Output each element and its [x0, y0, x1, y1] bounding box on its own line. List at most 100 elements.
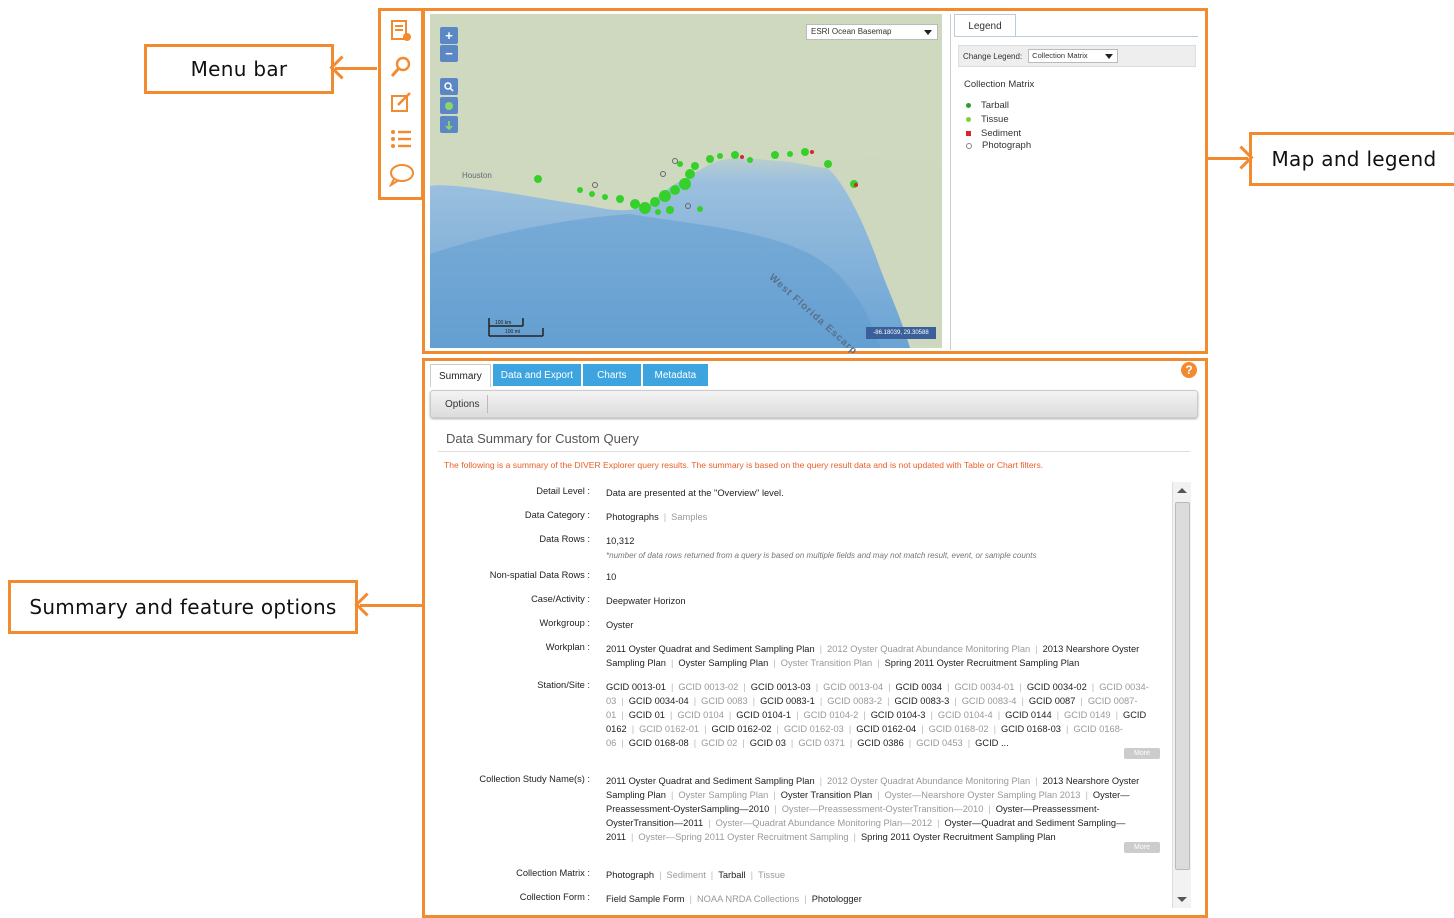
list-option[interactable]: Photograph — [606, 870, 654, 880]
tab-charts[interactable]: Charts — [583, 364, 641, 386]
list-option[interactable]: GCID 0034-04 — [629, 696, 689, 706]
scroll-up-icon[interactable] — [1177, 488, 1187, 493]
legend-select[interactable]: Collection Matrix — [1028, 49, 1119, 63]
list-option[interactable]: GCID 0034-02 — [1027, 682, 1087, 692]
dot-icon — [966, 117, 971, 122]
basemap-select[interactable]: ESRI Ocean Basemap — [806, 24, 938, 40]
list-option[interactable]: GCID 0034 — [896, 682, 943, 692]
list-option[interactable]: Photologger — [812, 894, 862, 904]
callout-arrow-menu — [335, 67, 377, 70]
list-option[interactable]: Oyster—Preassessment-OysterTransition—20… — [782, 804, 984, 814]
list-option[interactable]: GCID 0013-03 — [751, 682, 811, 692]
list-option[interactable]: Oyster—Spring 2011 Oyster Recruitment Sa… — [638, 832, 848, 842]
list-option[interactable]: GCID 0386 — [857, 738, 904, 748]
scroll-thumb[interactable] — [1175, 502, 1190, 870]
list-option[interactable]: Spring 2011 Oyster Recruitment Sampling … — [861, 832, 1056, 842]
list-option[interactable]: GCID 03 — [750, 738, 786, 748]
zoom-in-button[interactable]: + — [440, 27, 458, 44]
legend-select-value: Collection Matrix — [1032, 51, 1088, 60]
chevron-down-icon — [924, 30, 932, 35]
list-option[interactable]: GCID 0104-1 — [736, 710, 791, 720]
pan-icon[interactable] — [440, 116, 458, 133]
list-option[interactable]: GCID 0013-04 — [823, 682, 883, 692]
tab-data-export[interactable]: Data and Export — [492, 364, 582, 386]
list-option[interactable]: GCID 0104 — [677, 710, 724, 720]
list-option[interactable]: GCID 0168-08 — [629, 738, 689, 748]
list-option[interactable]: 2011 Oyster Quadrat and Sediment Samplin… — [606, 776, 815, 786]
comment-icon[interactable] — [387, 161, 415, 189]
list-option[interactable]: Oyster Transition Plan — [781, 790, 872, 800]
list-option[interactable]: GCID 0013-02 — [678, 682, 738, 692]
list-option[interactable]: Sediment — [667, 870, 706, 880]
full-extent-icon[interactable] — [440, 97, 458, 114]
station-more-button[interactable]: More — [1124, 748, 1160, 759]
list-option[interactable]: GCID 01 — [629, 710, 665, 720]
options-toolbar: Options — [430, 390, 1198, 418]
legend-title: Collection Matrix — [964, 79, 1035, 90]
zoom-out-button[interactable]: − — [440, 45, 458, 62]
help-icon[interactable]: ? — [1181, 362, 1197, 378]
legend-item: Photograph — [966, 140, 1031, 151]
list-option[interactable]: GCID 0104-4 — [938, 710, 993, 720]
list-option[interactable]: GCID 0083-4 — [962, 696, 1017, 706]
list-option[interactable]: GCID 0087 — [1029, 696, 1076, 706]
list-option[interactable]: GCID 0104-2 — [804, 710, 859, 720]
study-more-button[interactable]: More — [1124, 842, 1160, 853]
list-option[interactable]: GCID ... — [975, 738, 1009, 748]
legend-item: Tarball — [966, 100, 1009, 111]
list-option[interactable]: Spring 2011 Oyster Recruitment Sampling … — [885, 658, 1080, 668]
change-legend-label: Change Legend: — [963, 51, 1023, 61]
edit-icon[interactable] — [387, 89, 415, 117]
legend-item: Tissue — [966, 114, 1009, 125]
option-photographs[interactable]: Photographs — [606, 512, 659, 522]
workplan-list: 2011 Oyster Quadrat and Sediment Samplin… — [606, 644, 1140, 668]
list-option[interactable]: NOAA NRDA Collections — [697, 894, 799, 904]
list-option[interactable]: GCID 0034-01 — [954, 682, 1014, 692]
list-option[interactable]: Tarball — [718, 870, 745, 880]
legend-tab-divider — [954, 36, 1198, 37]
list-icon[interactable] — [387, 125, 415, 153]
list-option[interactable]: GCID 0083 — [701, 696, 748, 706]
list-option[interactable]: GCID 0371 — [798, 738, 845, 748]
list-option[interactable]: GCID 0168-03 — [1001, 724, 1061, 734]
zoom-box-icon[interactable] — [440, 78, 458, 95]
list-option[interactable]: 2012 Oyster Quadrat Abundance Monitoring… — [827, 776, 1030, 786]
list-option[interactable]: GCID 0083-1 — [760, 696, 815, 706]
list-option[interactable]: 2012 Oyster Quadrat Abundance Monitoring… — [827, 644, 1030, 654]
matrix-list: Photograph | Sediment | Tarball | Tissue — [606, 870, 786, 880]
list-option[interactable]: GCID 0083-2 — [827, 696, 882, 706]
basemap-value: ESRI Ocean Basemap — [811, 27, 892, 36]
list-option[interactable]: GCID 0083-3 — [894, 696, 949, 706]
map-view[interactable] — [430, 14, 942, 348]
summary-divider — [438, 451, 1190, 452]
list-option[interactable]: Tissue — [758, 870, 785, 880]
list-option[interactable]: 2011 Oyster Quadrat and Sediment Samplin… — [606, 644, 815, 654]
list-option[interactable]: GCID 0162-04 — [856, 724, 916, 734]
list-option[interactable]: GCID 0168-02 — [929, 724, 989, 734]
tab-legend[interactable]: Legend — [954, 14, 1016, 37]
tab-metadata[interactable]: Metadata — [642, 364, 709, 386]
list-option[interactable]: Field Sample Form — [606, 894, 685, 904]
list-option[interactable]: GCID 0162-02 — [711, 724, 771, 734]
list-option[interactable]: GCID 0453 — [916, 738, 963, 748]
options-button[interactable]: Options — [439, 395, 489, 413]
option-samples[interactable]: Samples — [671, 512, 707, 522]
search-icon[interactable] — [387, 53, 415, 81]
summary-scrollbar[interactable] — [1172, 482, 1191, 908]
list-option[interactable]: GCID 0104-3 — [871, 710, 926, 720]
list-option[interactable]: Oyster—Nearshore Oyster Sampling Plan 20… — [885, 790, 1081, 800]
list-option[interactable]: GCID 0144 — [1005, 710, 1052, 720]
list-option[interactable]: Oyster—Quadrat Abundance Monitoring Plan… — [716, 818, 933, 828]
list-option[interactable]: GCID 0162-03 — [784, 724, 844, 734]
scroll-down-icon[interactable] — [1177, 897, 1187, 902]
map-canvas — [430, 14, 942, 348]
list-option[interactable]: GCID 02 — [701, 738, 737, 748]
query-builder-icon[interactable] — [387, 17, 415, 45]
list-option[interactable]: Oyster Sampling Plan — [678, 790, 768, 800]
list-option[interactable]: GCID 0149 — [1064, 710, 1111, 720]
tab-summary[interactable]: Summary — [430, 364, 491, 387]
list-option[interactable]: Oyster Transition Plan — [781, 658, 872, 668]
list-option[interactable]: GCID 0013-01 — [606, 682, 666, 692]
list-option[interactable]: Oyster Sampling Plan — [678, 658, 768, 668]
list-option[interactable]: GCID 0162-01 — [639, 724, 699, 734]
